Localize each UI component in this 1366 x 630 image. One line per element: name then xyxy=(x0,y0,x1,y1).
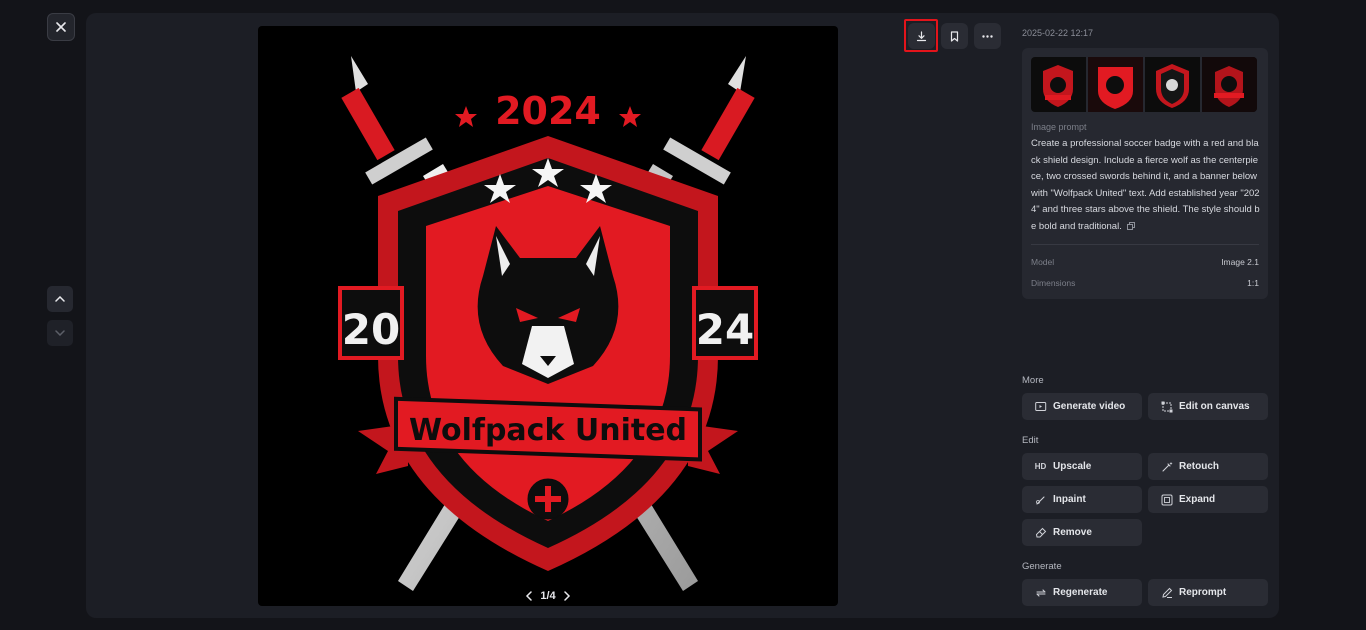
regenerate-label: Regenerate xyxy=(1053,587,1108,598)
previous-image-button[interactable] xyxy=(47,286,73,312)
variant-thumbnails xyxy=(1031,57,1257,112)
soccer-badge-art: 2024 20 24 Wolfpack United xyxy=(338,56,758,591)
close-button[interactable] xyxy=(47,13,75,41)
upscale-label: Upscale xyxy=(1053,461,1092,472)
dimensions-label: Dimensions xyxy=(1031,278,1076,288)
pager-count: 1/4 xyxy=(540,590,556,602)
pager-prev-button[interactable] xyxy=(525,591,533,601)
chevron-right-icon xyxy=(563,591,570,601)
remove-button[interactable]: Remove xyxy=(1022,519,1142,546)
variant-thumbnail-1[interactable] xyxy=(1031,57,1086,112)
regenerate-icon xyxy=(1034,586,1047,599)
generated-image[interactable]: 2024 20 24 Wolfpack United xyxy=(258,26,838,606)
expand-label: Expand xyxy=(1179,494,1216,505)
more-options-button[interactable] xyxy=(974,23,1001,49)
download-button[interactable] xyxy=(908,23,935,49)
edit-on-canvas-label: Edit on canvas xyxy=(1179,401,1250,412)
badge-left-number: 20 xyxy=(342,305,400,354)
badge-banner-text: Wolfpack United xyxy=(409,413,687,448)
bookmark-button[interactable] xyxy=(941,23,968,49)
section-more-title: More xyxy=(1022,375,1044,386)
image-info-card: Image prompt Create a professional socce… xyxy=(1022,48,1268,299)
inpaint-label: Inpaint xyxy=(1053,494,1086,505)
reprompt-button[interactable]: Reprompt xyxy=(1148,579,1268,606)
retouch-icon xyxy=(1160,460,1173,473)
inpaint-button[interactable]: Inpaint xyxy=(1022,486,1142,513)
expand-icon xyxy=(1160,493,1173,506)
retouch-label: Retouch xyxy=(1179,461,1219,472)
expand-button[interactable]: Expand xyxy=(1148,486,1268,513)
creation-timestamp: 2025-02-22 12:17 xyxy=(1022,28,1094,38)
reprompt-label: Reprompt xyxy=(1179,587,1227,598)
model-row: Model Image 2.1 xyxy=(1031,257,1259,267)
badge-right-number: 24 xyxy=(696,305,754,354)
hd-icon: HD xyxy=(1034,462,1047,471)
close-icon xyxy=(56,22,66,32)
remove-label: Remove xyxy=(1053,527,1092,538)
model-value: Image 2.1 xyxy=(1221,257,1259,267)
pager-next-button[interactable] xyxy=(563,591,571,601)
variant-thumbnail-3[interactable] xyxy=(1145,57,1200,112)
variant-thumbnail-4[interactable] xyxy=(1202,57,1257,112)
section-edit-title: Edit xyxy=(1022,435,1039,446)
bookmark-icon xyxy=(950,30,959,42)
pencil-icon xyxy=(1160,586,1173,599)
upscale-button[interactable]: HD Upscale xyxy=(1022,453,1142,480)
edit-on-canvas-button[interactable]: Edit on canvas xyxy=(1148,393,1268,420)
badge-year-text: 2024 xyxy=(495,89,601,133)
image-prompt-label: Image prompt xyxy=(1031,122,1087,132)
generate-video-button[interactable]: Generate video xyxy=(1022,393,1142,420)
chevron-left-icon xyxy=(526,591,533,601)
variant-thumbnail-2[interactable] xyxy=(1088,57,1143,112)
eraser-icon xyxy=(1034,526,1047,539)
generate-video-label: Generate video xyxy=(1053,401,1126,412)
image-pager: 1/4 xyxy=(258,590,838,602)
video-icon xyxy=(1034,400,1047,413)
image-prompt-text: Create a professional soccer badge with … xyxy=(1031,138,1260,232)
dimensions-row: Dimensions 1:1 xyxy=(1031,278,1259,288)
copy-icon[interactable] xyxy=(1127,221,1136,230)
inpaint-icon xyxy=(1034,493,1047,506)
download-icon xyxy=(916,30,927,41)
section-generate-title: Generate xyxy=(1022,561,1062,572)
next-image-button[interactable] xyxy=(47,320,73,346)
model-label: Model xyxy=(1031,257,1055,267)
canvas-icon xyxy=(1160,400,1173,413)
more-icon xyxy=(982,34,993,38)
retouch-button[interactable]: Retouch xyxy=(1148,453,1268,480)
chevron-up-icon xyxy=(55,296,65,302)
regenerate-button[interactable]: Regenerate xyxy=(1022,579,1142,606)
chevron-down-icon xyxy=(55,330,65,336)
info-divider xyxy=(1031,244,1259,245)
dimensions-value: 1:1 xyxy=(1247,278,1259,288)
